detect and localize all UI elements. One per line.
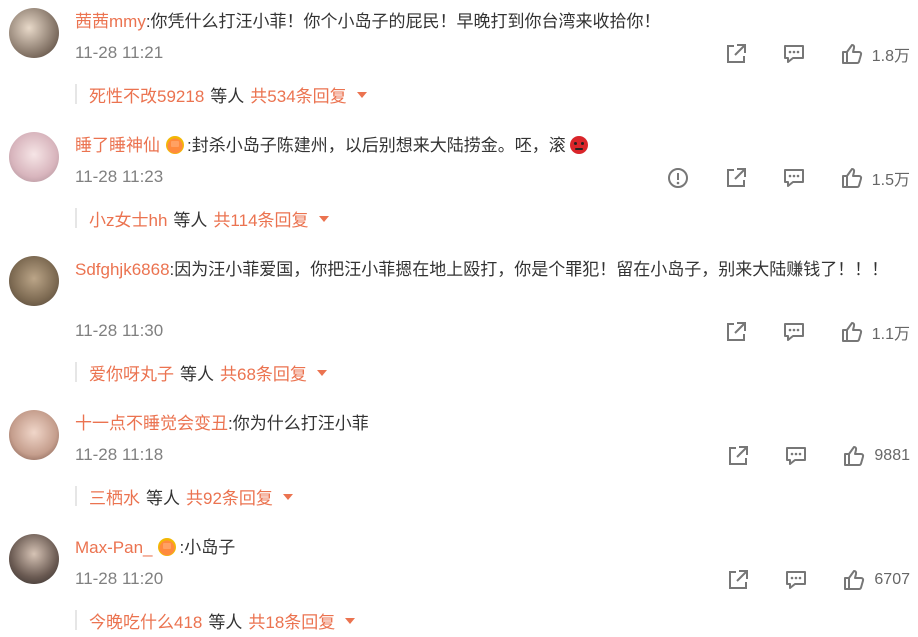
- comment-time: 11-28 11:23: [75, 167, 164, 186]
- comment-icon: [784, 444, 808, 468]
- reply-button[interactable]: [782, 42, 806, 66]
- reply-total[interactable]: 共92条回复: [186, 484, 273, 509]
- like-button[interactable]: 9881: [842, 444, 910, 468]
- thumbs-up-icon: [840, 42, 864, 66]
- divider: [75, 362, 77, 382]
- share-button[interactable]: [724, 320, 748, 344]
- reply-etc: 等人: [146, 488, 180, 508]
- replies-summary[interactable]: 爱你呀丸子 等人 共68条回复: [75, 360, 327, 385]
- comment-text: :你为什么打汪小菲: [228, 414, 369, 433]
- thumbs-up-icon: [842, 444, 866, 468]
- reply-user[interactable]: 死性不改59218: [89, 82, 204, 107]
- reply-etc: 等人: [173, 210, 208, 230]
- comment-username[interactable]: 十一点不睡觉会变丑: [75, 414, 228, 433]
- divider: [75, 486, 77, 506]
- avatar[interactable]: [9, 8, 59, 58]
- chevron-down-icon[interactable]: [282, 494, 293, 500]
- like-count: 6707: [874, 571, 910, 588]
- reply-etc: 等人: [180, 364, 214, 384]
- share-icon: [726, 568, 750, 592]
- reply-user[interactable]: 三栖水: [89, 484, 140, 509]
- like-button[interactable]: 1.8万: [840, 42, 910, 66]
- crown-badge-icon: [166, 136, 184, 154]
- like-count: 9881: [874, 447, 910, 464]
- share-icon: [724, 166, 748, 190]
- comment-text: :你凭什么打汪小菲！你个小岛子的屁民！早晚打到你台湾来收拾你！: [145, 12, 661, 31]
- thumbs-up-icon: [842, 568, 866, 592]
- reply-button[interactable]: [784, 444, 808, 468]
- thumbs-up-icon: [840, 320, 864, 344]
- divider: [75, 84, 77, 104]
- avatar[interactable]: [9, 132, 59, 182]
- comment-icon: [782, 166, 806, 190]
- share-button[interactable]: [724, 42, 748, 66]
- share-button[interactable]: [726, 568, 750, 592]
- reply-etc: 等人: [208, 612, 243, 632]
- share-button[interactable]: [724, 166, 748, 190]
- share-icon: [724, 320, 748, 344]
- like-button[interactable]: 1.5万: [840, 166, 910, 190]
- replies-summary[interactable]: 三栖水 等人 共92条回复: [75, 484, 293, 509]
- comment-time: 11-28 11:21: [75, 43, 164, 62]
- chevron-down-icon[interactable]: [318, 216, 329, 222]
- comment-username[interactable]: Max-Pan_: [75, 538, 152, 557]
- comment-icon: [782, 320, 806, 344]
- chevron-down-icon[interactable]: [345, 618, 356, 624]
- share-icon: [726, 444, 750, 468]
- report-button[interactable]: [666, 166, 690, 190]
- like-button[interactable]: 1.1万: [840, 320, 910, 344]
- reply-etc: 等人: [210, 86, 245, 106]
- divider: [75, 208, 77, 228]
- chevron-down-icon[interactable]: [316, 370, 327, 376]
- like-count: 1.5万: [871, 172, 910, 189]
- avatar[interactable]: [9, 534, 59, 584]
- comment-time: 11-28 11:20: [75, 569, 164, 588]
- reply-user[interactable]: 小z女士hh: [89, 206, 167, 231]
- comment-time: 11-28 11:30: [75, 321, 164, 340]
- comment-icon: [784, 568, 808, 592]
- comment-username[interactable]: 茜茜mmy: [75, 12, 146, 31]
- report-icon: [666, 166, 690, 190]
- reply-total[interactable]: 共114条回复: [213, 206, 308, 231]
- angry-emoji-icon: [569, 136, 588, 154]
- reply-total[interactable]: 共18条回复: [248, 608, 335, 633]
- thumbs-up-icon: [840, 166, 864, 190]
- reply-button[interactable]: [784, 568, 808, 592]
- comment-text: :封杀小岛子陈建州，以后别想来大陆捞金。呸，滚: [187, 136, 566, 155]
- like-button[interactable]: 6707: [842, 568, 910, 592]
- replies-summary[interactable]: 死性不改59218 等人 共534条回复: [75, 82, 367, 107]
- like-count: 1.1万: [871, 326, 910, 343]
- share-icon: [724, 42, 748, 66]
- reply-user[interactable]: 爱你呀丸子: [89, 360, 174, 385]
- comment-text: :因为汪小菲爱国，你把汪小菲摁在地上殴打，你是个罪犯！留在小岛子，别来大陆赚钱了…: [169, 260, 889, 279]
- reply-button[interactable]: [782, 166, 806, 190]
- comment-time: 11-28 11:18: [75, 445, 164, 464]
- reply-total[interactable]: 共68条回复: [220, 360, 307, 385]
- reply-user[interactable]: 今晚吃什么418: [89, 608, 202, 633]
- comment-username[interactable]: Sdfghjk6868: [75, 260, 170, 279]
- comment-icon: [782, 42, 806, 66]
- avatar[interactable]: [9, 410, 59, 460]
- replies-summary[interactable]: 今晚吃什么418 等人 共18条回复: [75, 608, 356, 633]
- reply-total[interactable]: 共534条回复: [250, 82, 346, 107]
- chevron-down-icon[interactable]: [356, 92, 367, 98]
- avatar[interactable]: [9, 256, 59, 306]
- comment-username[interactable]: 睡了睡神仙: [75, 136, 160, 155]
- share-button[interactable]: [726, 444, 750, 468]
- like-count: 1.8万: [871, 48, 910, 65]
- replies-summary[interactable]: 小z女士hh 等人 共114条回复: [75, 206, 329, 231]
- reply-button[interactable]: [782, 320, 806, 344]
- comment-text: :小岛子: [179, 538, 236, 557]
- crown-badge-icon: [158, 538, 177, 556]
- divider: [75, 610, 77, 630]
